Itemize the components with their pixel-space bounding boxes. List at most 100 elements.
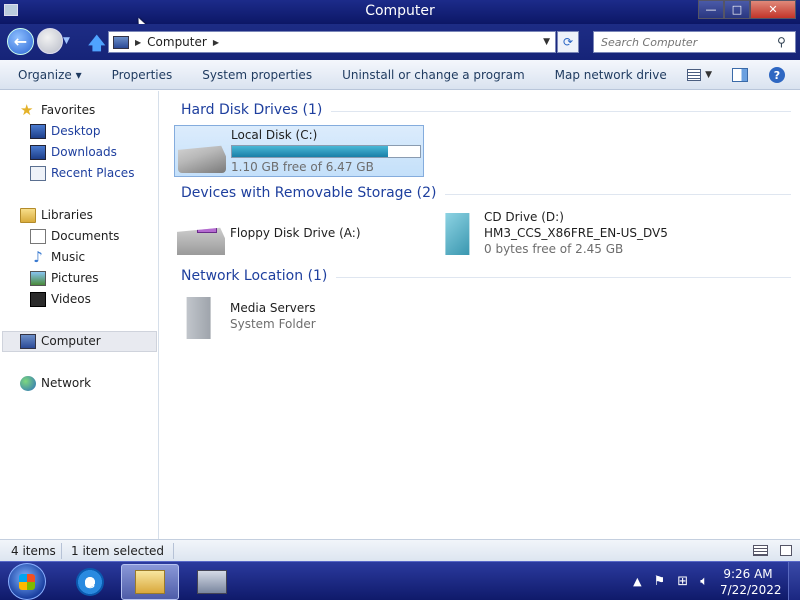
capacity-bar-fill: [232, 146, 389, 157]
command-bar-right: ▼ ?: [687, 60, 800, 90]
tiles-view-icon[interactable]: [780, 545, 792, 556]
network-icon: [20, 375, 36, 391]
organize-button[interactable]: Organize ▾: [0, 68, 97, 82]
sidebar-item-downloads[interactable]: Downloads: [30, 143, 117, 161]
up-arrow-icon[interactable]: 🡅: [88, 31, 105, 60]
cd-disc-icon: [431, 213, 479, 255]
minimize-button[interactable]: —: [698, 0, 724, 19]
action-center-flag-icon[interactable]: ⚑: [654, 574, 666, 589]
documents-icon: [30, 228, 46, 244]
music-note-icon: ♪: [33, 247, 43, 266]
search-box[interactable]: ⚲: [593, 31, 796, 53]
drive-tile-cd[interactable]: CD Drive (D:) HM3_CCS_X86FRE_EN-US_DV5 0…: [428, 208, 678, 260]
sidebar-item-desktop[interactable]: Desktop: [30, 122, 101, 140]
floppy-disk-icon: [197, 227, 217, 233]
drive-free-space: 0 bytes free of 2.45 GB: [484, 242, 624, 256]
sidebar-item-label: Recent Places: [51, 166, 135, 180]
group-header-removable-storage[interactable]: Devices with Removable Storage (2): [181, 184, 791, 202]
sidebar-item-label: Videos: [51, 292, 91, 306]
back-button[interactable]: ←: [7, 28, 34, 55]
sidebar-item-label: Network: [41, 376, 92, 390]
item-type: System Folder: [230, 317, 316, 331]
command-bar: Organize ▾ Properties System properties …: [0, 60, 800, 90]
start-button[interactable]: [8, 563, 46, 600]
taskbar-windows-explorer[interactable]: [121, 564, 179, 600]
system-properties-button[interactable]: System properties: [187, 68, 327, 82]
divider: [331, 110, 791, 112]
sidebar-item-computer[interactable]: Computer: [20, 332, 101, 350]
system-monitor-icon: [197, 570, 227, 594]
sidebar-item-label: Favorites: [41, 103, 96, 117]
media-badge-icon: [177, 297, 225, 339]
sidebar-item-videos[interactable]: Videos: [30, 290, 91, 308]
breadcrumb-computer[interactable]: Computer: [147, 35, 207, 49]
desktop-icon: [30, 123, 46, 139]
sidebar-item-pictures[interactable]: Pictures: [30, 269, 99, 287]
title-bar: Computer — □ ✕: [0, 0, 800, 24]
forward-button[interactable]: [37, 28, 63, 54]
taskbar-internet-explorer[interactable]: e: [61, 564, 119, 600]
drive-tile-floppy[interactable]: Floppy Disk Drive (A:): [174, 208, 424, 260]
sidebar-item-libraries[interactable]: Libraries: [20, 206, 93, 224]
sidebar-item-recent-places[interactable]: Recent Places: [30, 164, 134, 182]
address-dropdown-icon[interactable]: ▼: [543, 37, 550, 47]
sidebar-item-network[interactable]: Network: [20, 374, 91, 392]
group-header-hard-disk-drives[interactable]: Hard Disk Drives (1): [181, 101, 791, 119]
show-hidden-icons-icon[interactable]: ▲: [633, 575, 641, 588]
network-status-icon[interactable]: ⊞: [677, 574, 688, 589]
group-header-network-location[interactable]: Network Location (1): [181, 267, 791, 285]
drive-tile-local-disk[interactable]: Local Disk (C:) 1.10 GB free of 6.47 GB: [174, 125, 424, 177]
drive-name: CD Drive (D:): [484, 210, 564, 224]
navigation-bar: ← ▼ 🡅 ▶ Computer ▶ ▼ ⟳ ⚲: [0, 24, 800, 60]
view-options-dropdown-icon[interactable]: ▼: [705, 70, 712, 80]
clock-date: 7/22/2022: [720, 582, 782, 597]
sidebar-item-music[interactable]: ♪ Music: [30, 248, 85, 266]
taskbar: e ▲ ⚑ ⊞ 🔈︎ 9:26 AM 7/22/2022: [0, 561, 800, 600]
volume-muted-icon[interactable]: 🔈︎: [700, 574, 708, 589]
caption-buttons: — □ ✕: [698, 0, 796, 19]
selection-count: 1 item selected: [71, 543, 165, 558]
uninstall-program-button[interactable]: Uninstall or change a program: [327, 68, 540, 82]
search-input[interactable]: [594, 35, 777, 49]
clock[interactable]: 9:26 AM 7/22/2022: [720, 566, 782, 598]
sidebar-item-label: Downloads: [51, 145, 117, 159]
drive-name: Local Disk (C:): [231, 128, 318, 142]
divider: [336, 276, 791, 278]
sidebar-item-label: Documents: [51, 229, 120, 243]
search-icon[interactable]: ⚲: [777, 35, 795, 49]
sidebar-item-favorites[interactable]: ★ Favorites: [20, 101, 95, 119]
group-title: Hard Disk Drives (1): [181, 102, 323, 118]
maximize-button[interactable]: □: [724, 0, 750, 19]
recent-places-icon: [30, 165, 46, 181]
group-title: Devices with Removable Storage (2): [181, 185, 437, 201]
sidebar-item-documents[interactable]: Documents: [30, 227, 119, 245]
help-icon[interactable]: ?: [769, 67, 785, 83]
windows-logo-icon: [19, 574, 35, 590]
map-network-drive-button[interactable]: Map network drive: [540, 68, 682, 82]
taskbar-system-monitor[interactable]: [183, 564, 241, 600]
refresh-button[interactable]: ⟳: [557, 31, 579, 53]
preview-pane-icon[interactable]: [732, 68, 748, 82]
details-view-icon[interactable]: [753, 545, 768, 556]
drive-free-space: 1.10 GB free of 6.47 GB: [231, 160, 374, 174]
divider: [445, 193, 791, 195]
downloads-icon: [30, 144, 46, 160]
show-desktop-button[interactable]: [788, 562, 800, 600]
properties-button[interactable]: Properties: [97, 68, 188, 82]
address-bar[interactable]: ▶ Computer ▶ ▼: [108, 31, 556, 53]
breadcrumb-arrow-icon[interactable]: ▶: [135, 38, 141, 47]
star-icon: ★: [20, 100, 34, 119]
recent-pages-dropdown-icon[interactable]: ▼: [63, 36, 70, 46]
videos-icon: [30, 291, 46, 307]
clock-time: 9:26 AM: [723, 566, 773, 581]
item-name: Media Servers: [230, 301, 316, 315]
change-view-icon[interactable]: [687, 69, 702, 81]
network-tile-media-servers[interactable]: Media Servers System Folder: [174, 292, 424, 344]
breadcrumb-arrow-icon[interactable]: ▶: [213, 38, 219, 47]
hard-disk-icon: [178, 145, 226, 173]
notification-area: ▲ ⚑ ⊞ 🔈︎ 9:26 AM 7/22/2022: [633, 562, 800, 600]
close-button[interactable]: ✕: [750, 0, 796, 19]
computer-icon: [113, 35, 129, 49]
windows-explorer-icon: [135, 570, 165, 594]
item-count: 4 items: [11, 543, 56, 558]
